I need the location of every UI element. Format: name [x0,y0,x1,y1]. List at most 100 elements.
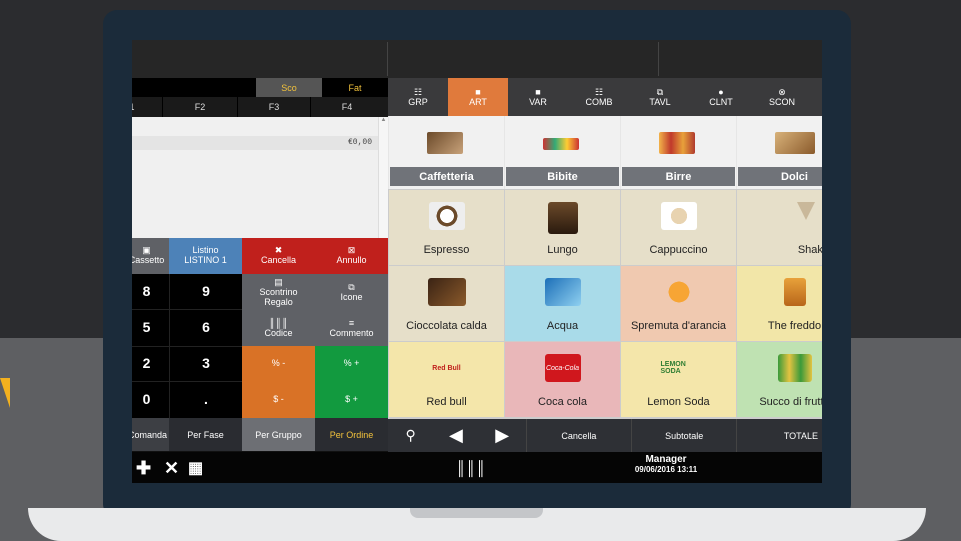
barcode-icon[interactable]: ║║║ [456,460,486,476]
subtotale-button[interactable]: Subtotale [631,419,736,452]
red-bull-logo-icon: Red Bull [428,354,465,382]
f4-key[interactable]: F4 [311,97,383,117]
codice-button[interactable]: ║║║ Codice [242,312,315,346]
plus-icon[interactable]: ✚ [136,458,151,479]
discount-icon: ⊗ [778,87,786,97]
water-splash-icon [544,278,581,306]
search-button[interactable]: ⚲ [388,419,433,452]
tab-comb[interactable]: ☷ COMB [568,78,630,116]
calculator-icon[interactable]: ▦ [188,458,203,478]
tab-art[interactable]: ■ ART [448,78,508,116]
category-bibite[interactable]: Bibite [505,116,620,189]
listino-button[interactable]: Listino LISTINO 1 [169,238,242,274]
sco-mode-button[interactable]: Sco [256,78,322,97]
commento-label: Commento [329,328,374,338]
top-divider [658,42,659,76]
amount-minus-button[interactable]: $ - [242,382,315,418]
product-shakerato[interactable]: Shakerato [737,190,822,265]
scontrino-regalo-label: Scontrino Regalo [259,287,298,307]
product-red-bull[interactable]: Red Bull Red bull [389,342,504,417]
key-2[interactable]: 2 [132,346,169,382]
espresso-cup-icon [428,202,465,230]
date-time: 09/06/2016 13:11 [634,465,698,474]
key-dot[interactable]: . [169,382,242,418]
scontrino-regalo-button[interactable]: ▤ Scontrino Regalo [242,274,315,312]
laptop-notch [410,508,543,518]
lemon-soda-logo-icon: LEMON SODA [660,354,697,382]
cancella-action-button[interactable]: Cancella [525,419,631,452]
lungo-cup-icon [547,202,578,234]
key-8[interactable]: 8 [132,274,169,310]
product-acqua[interactable]: Acqua [505,266,620,341]
iced-tea-icon [783,278,806,306]
key-3[interactable]: 3 [169,346,242,382]
tab-clnt[interactable]: ● CLNT [690,78,752,116]
category-label: Bibite [506,167,619,186]
tab-grp[interactable]: ☷ GRP [388,78,448,116]
action-bar: ⚲ ◀ ▶ Cancella Subtotale TOTALE [388,419,822,452]
annullo-button[interactable]: ⊠ Annullo [315,238,388,274]
search-icon: ⚲ [405,427,416,443]
cancella-button[interactable]: ✖ Cancella [242,238,315,274]
arrow-right-icon: ▶ [495,425,510,445]
category-birre[interactable]: Birre [621,116,736,189]
cappuccino-cup-icon [660,202,697,230]
totale-button[interactable]: TOTALE [736,419,822,452]
product-coca-cola[interactable]: Coca-Cola Coca cola [505,342,620,417]
key-9[interactable]: 9 [169,274,242,310]
product-lemon-soda[interactable]: LEMON SODA Lemon Soda [621,342,736,417]
order-tabs: Comanda Per Fase Per Gruppo Per Ordine [132,418,388,451]
orange-juice-icon [660,278,697,306]
percent-minus-button[interactable]: % - [242,346,315,382]
drawer-button[interactable]: ▣ Cassetto [132,238,169,274]
product-the-freddo[interactable]: The freddo [737,266,822,341]
category-caffetteria[interactable]: Caffetteria [389,116,504,189]
amount-plus-button[interactable]: $ + [315,382,388,418]
fat-mode-button[interactable]: Fat [322,78,388,97]
commento-button[interactable]: ≡ Commento [315,312,388,346]
previous-button[interactable]: ◀ [433,419,478,452]
client-icon: ● [718,87,724,97]
key-5[interactable]: 5 [132,310,169,346]
product-espresso[interactable]: Espresso [389,190,504,265]
icone-button[interactable]: ⧉ Icone [315,274,388,312]
tab-tavl[interactable]: ⧉ TAVL [630,78,690,116]
f1-key[interactable]: F1 [132,97,163,117]
arrow-left-icon: ◀ [448,425,463,445]
user-name: Manager [645,454,687,465]
table-icon: ⧉ [656,87,664,97]
per-ordine-tab[interactable]: Per Ordine [315,418,388,451]
combo-icon: ☷ [594,87,604,97]
receipt-scrollbar[interactable]: ▲ [378,117,388,238]
user-info: Manager 09/06/2016 13:11 [628,454,704,481]
f3-key[interactable]: F3 [238,97,311,117]
key-0[interactable]: 0 [132,382,169,418]
product-lungo[interactable]: Lungo [505,190,620,265]
coffee-image [427,132,463,154]
per-gruppo-tab[interactable]: Per Gruppo [242,418,315,451]
product-cappuccino[interactable]: Cappuccino [621,190,736,265]
beer-image [659,132,695,154]
percent-plus-button[interactable]: % + [315,346,388,382]
product-cioccolata-calda[interactable]: Cioccolata calda [389,266,504,341]
product-spremuta[interactable]: Spremuta d'arancia [621,266,736,341]
category-tabs: ☷ GRP ■ ART ■ VAR ☷ COMB ⧉ TAVL ● CLNT ⊗ SCON [388,78,822,116]
key-6[interactable]: 6 [169,310,242,346]
product-succo-di-frutta[interactable]: Succo di frutta [737,342,822,417]
tab-scon[interactable]: ⊗ SCON [752,78,812,116]
drinks-image [543,138,579,150]
tab-var[interactable]: ■ VAR [508,78,568,116]
pos-screen: Sco Fat F1 F2 F3 F4 €0,00 ▲ ▣ Cassetto L… [132,40,822,483]
product-grid: Espresso Lungo Cappuccino Shakerato Cioc… [388,189,822,419]
comanda-tab[interactable]: Comanda [132,418,169,451]
coca-cola-logo-icon: Coca-Cola [544,354,581,382]
receipt-total: €0,00 [132,136,378,150]
group-icon: ☷ [413,87,423,97]
per-fase-tab[interactable]: Per Fase [169,418,242,451]
category-dolci[interactable]: Dolci [737,116,822,189]
codice-label: Codice [264,328,293,338]
close-icon[interactable]: ✕ [164,458,179,479]
next-button[interactable]: ▶ [479,419,526,452]
cocktail-glass-icon [797,202,815,220]
f2-key[interactable]: F2 [163,97,238,117]
